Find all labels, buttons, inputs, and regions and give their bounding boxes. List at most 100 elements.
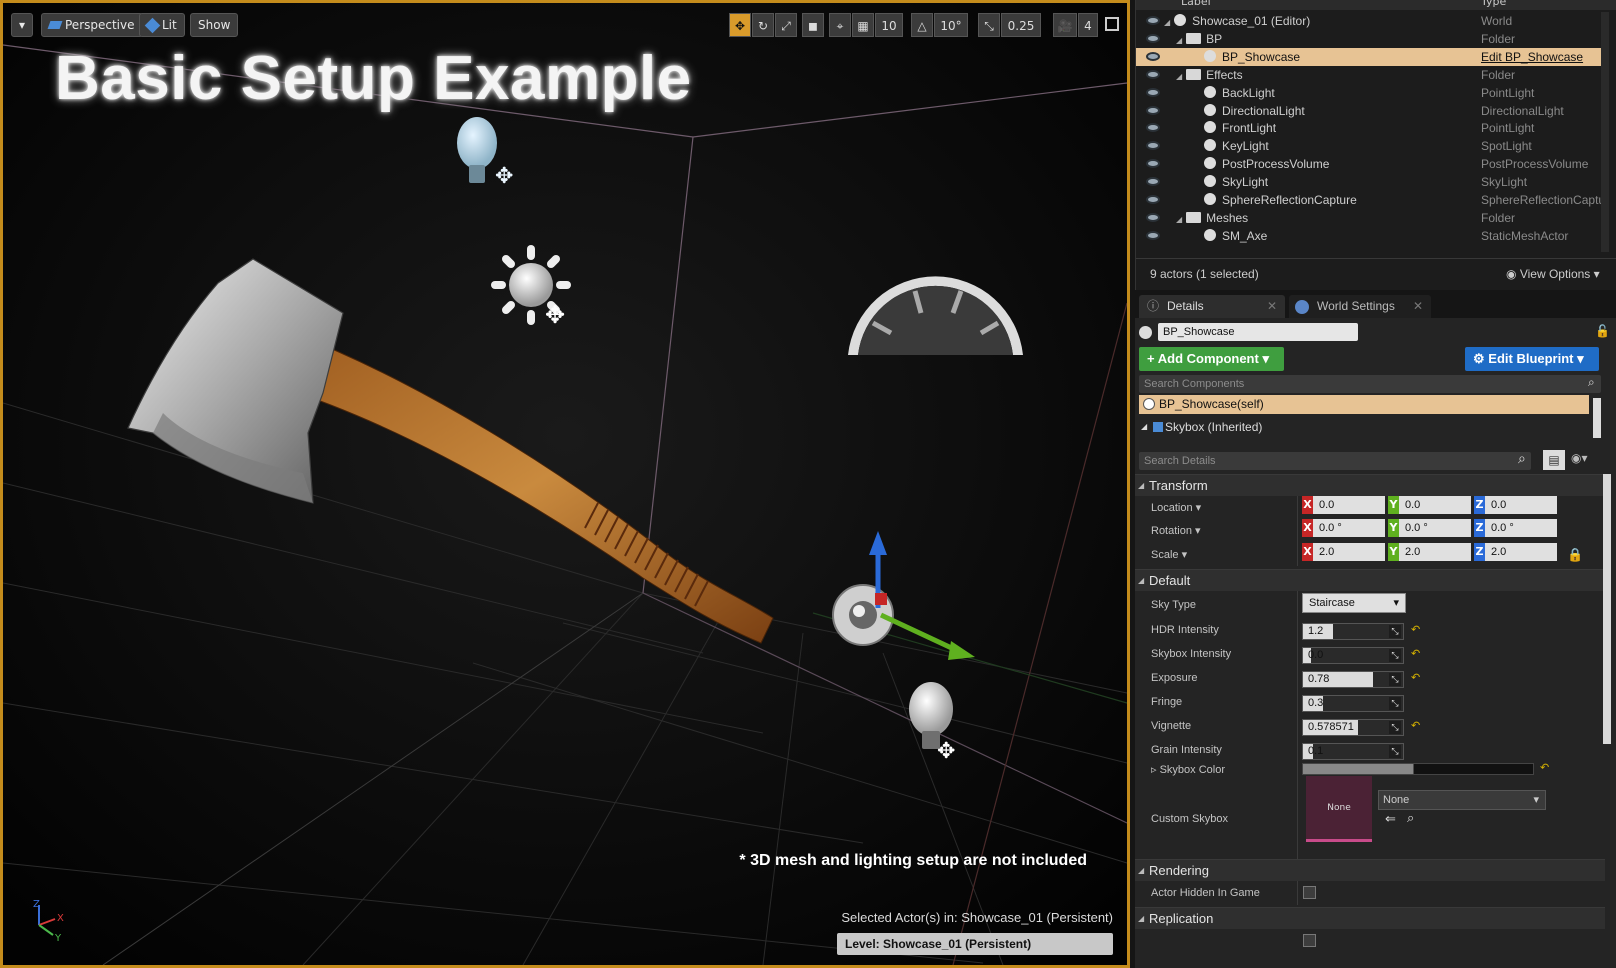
visibility-eye-icon[interactable] bbox=[1146, 16, 1160, 25]
search-details-input[interactable]: Search Details bbox=[1139, 452, 1531, 470]
visibility-eye-icon[interactable] bbox=[1146, 33, 1160, 43]
outliner-row[interactable]: SM_Axe StaticMeshActor bbox=[1136, 227, 1606, 245]
outliner-row[interactable]: ◢ BP Folder bbox=[1136, 30, 1606, 48]
lit-button[interactable]: Lit bbox=[139, 13, 185, 37]
outliner-row[interactable]: KeyLight SpotLight bbox=[1136, 137, 1606, 155]
reset-icon[interactable]: ↶ bbox=[1411, 671, 1420, 684]
camera-speed-icon[interactable]: 🎥 bbox=[1053, 13, 1077, 37]
use-selected-icon[interactable]: ⇐ bbox=[1385, 812, 1396, 827]
expand-slider-icon[interactable]: ⤡ bbox=[1389, 721, 1401, 734]
expand-icon[interactable]: ◢ bbox=[1176, 72, 1182, 81]
rotation-snap-value[interactable]: 10° bbox=[934, 13, 968, 37]
outliner-row[interactable]: ◢ Showcase_01 (Editor) World bbox=[1136, 12, 1606, 30]
outliner-row[interactable]: SkyLight SkyLight bbox=[1136, 173, 1606, 191]
transform-section[interactable]: Transform bbox=[1135, 474, 1605, 497]
reset-icon[interactable]: ↶ bbox=[1411, 719, 1420, 732]
outliner-row[interactable]: PostProcessVolume PostProcessVolume bbox=[1136, 155, 1606, 173]
scale-label[interactable]: Scale ▾ bbox=[1151, 548, 1187, 561]
visibility-eye-icon[interactable] bbox=[1146, 123, 1160, 133]
location-z-field[interactable]: 0.0 bbox=[1485, 496, 1557, 514]
scale-snap-value[interactable]: 0.25 bbox=[1001, 13, 1041, 37]
edit-blueprint-button[interactable]: ⚙ Edit Blueprint ▾ bbox=[1465, 347, 1599, 371]
lock-icon[interactable]: 🔓 bbox=[1595, 324, 1610, 338]
scale-z-field[interactable]: 2.0 bbox=[1485, 543, 1557, 561]
expand-slider-icon[interactable]: ⤡ bbox=[1389, 697, 1401, 710]
surface-snap-icon[interactable]: ⌖ bbox=[829, 13, 851, 37]
view-options-button[interactable]: ◉ View Options ▾ bbox=[1506, 259, 1600, 289]
outliner-row[interactable]: ◢ Effects Folder bbox=[1136, 66, 1606, 84]
components-scrollbar[interactable] bbox=[1593, 398, 1601, 438]
visibility-eye-icon[interactable] bbox=[1146, 51, 1160, 61]
outliner-row-type[interactable]: Edit BP_Showcase bbox=[1481, 48, 1583, 66]
close-icon[interactable]: ✕ bbox=[1413, 295, 1423, 318]
outliner-row[interactable]: SphereReflectionCapture SphereReflectionC… bbox=[1136, 191, 1609, 209]
location-y-field[interactable]: 0.0 bbox=[1399, 496, 1471, 514]
replication-checkbox[interactable] bbox=[1303, 934, 1316, 947]
visibility-eye-icon[interactable] bbox=[1146, 230, 1160, 240]
close-icon[interactable]: ✕ bbox=[1267, 295, 1277, 318]
visibility-eye-icon[interactable] bbox=[1146, 87, 1160, 97]
visibility-filter-icon[interactable]: ◉▾ bbox=[1571, 451, 1588, 465]
rotation-snap-icon[interactable]: △ bbox=[911, 13, 933, 37]
reset-icon[interactable]: ↶ bbox=[1411, 623, 1420, 636]
outliner-row[interactable]: DirectionalLight DirectionalLight bbox=[1136, 102, 1606, 120]
show-button[interactable]: Show bbox=[190, 13, 239, 37]
location-x-field[interactable]: 0.0 bbox=[1313, 496, 1385, 514]
details-scrollbar[interactable] bbox=[1603, 474, 1611, 744]
skybox-intensity-slider[interactable]: 0.0 ⤡ bbox=[1302, 647, 1404, 664]
visibility-eye-icon[interactable] bbox=[1146, 195, 1160, 204]
default-section[interactable]: Default bbox=[1135, 569, 1605, 592]
visibility-eye-icon[interactable] bbox=[1146, 141, 1160, 151]
replication-section[interactable]: Replication bbox=[1135, 907, 1605, 930]
outliner-scrollbar[interactable] bbox=[1601, 12, 1609, 252]
skybox-color-label[interactable]: ▹ Skybox Color bbox=[1151, 763, 1225, 776]
maximize-viewport-icon[interactable] bbox=[1105, 17, 1119, 31]
outliner-row[interactable]: ◢ Meshes Folder bbox=[1136, 209, 1606, 227]
vignette-slider[interactable]: 0.578571 ⤡ bbox=[1302, 719, 1404, 736]
rotation-label[interactable]: Rotation ▾ bbox=[1151, 524, 1201, 537]
rotation-z-field[interactable]: 0.0 ° bbox=[1485, 519, 1557, 537]
scale-y-field[interactable]: 2.0 bbox=[1399, 543, 1471, 561]
reset-icon[interactable]: ↶ bbox=[1411, 647, 1420, 660]
outliner-row[interactable]: BackLight PointLight bbox=[1136, 84, 1606, 102]
visibility-eye-icon[interactable] bbox=[1146, 105, 1160, 115]
hdr-slider[interactable]: 1.2 ⤡ bbox=[1302, 623, 1404, 640]
expand-icon[interactable]: ◢ bbox=[1164, 18, 1170, 27]
grain-slider[interactable]: 0.1 ⤡ bbox=[1302, 743, 1404, 760]
tab-world-settings[interactable]: World Settings ✕ bbox=[1289, 295, 1431, 318]
sky-type-dropdown[interactable]: Staircase ▾ bbox=[1302, 593, 1406, 613]
component-inherited-row[interactable]: ◢ Skybox (Inherited) bbox=[1139, 416, 1589, 438]
visibility-eye-icon[interactable] bbox=[1146, 177, 1160, 187]
scale-x-field[interactable]: 2.0 bbox=[1313, 543, 1385, 561]
exposure-slider[interactable]: 0.78 ⤡ bbox=[1302, 671, 1404, 688]
camera-speed-value[interactable]: 4 bbox=[1078, 13, 1098, 37]
location-label[interactable]: Location ▾ bbox=[1151, 501, 1201, 514]
outliner-row[interactable]: BP_Showcase Edit BP_Showcase bbox=[1136, 47, 1606, 66]
tab-details[interactable]: ⓘ Details ✕ bbox=[1139, 295, 1285, 318]
fringe-slider[interactable]: 0.3 ⤡ bbox=[1302, 695, 1404, 712]
skybox-color-swatch[interactable] bbox=[1302, 763, 1534, 775]
actor-name-field[interactable]: BP_Showcase bbox=[1158, 323, 1358, 341]
component-self-row[interactable]: BP_Showcase(self) bbox=[1139, 395, 1589, 414]
expand-icon[interactable]: ◢ bbox=[1176, 215, 1182, 224]
grid-snap-value[interactable]: 10 bbox=[875, 13, 903, 37]
column-label[interactable]: Label bbox=[1181, 0, 1211, 8]
scale-snap-icon[interactable]: ⤡ bbox=[978, 13, 1000, 37]
visibility-eye-icon[interactable] bbox=[1146, 212, 1160, 222]
scale-mode-icon[interactable]: ⤢ bbox=[775, 13, 797, 37]
column-type[interactable]: Type bbox=[1481, 0, 1506, 8]
viewport-scene[interactable]: ✥ ✥ ✥ bbox=[3, 3, 1127, 965]
expand-icon[interactable]: ◢ bbox=[1176, 36, 1182, 45]
custom-skybox-dropdown[interactable]: None ▾ bbox=[1378, 790, 1546, 810]
grid-snap-icon[interactable]: ▦ bbox=[852, 13, 874, 37]
expand-slider-icon[interactable]: ⤡ bbox=[1389, 649, 1401, 662]
expand-slider-icon[interactable]: ⤡ bbox=[1389, 673, 1401, 686]
rotation-x-field[interactable]: 0.0 ° bbox=[1313, 519, 1385, 537]
world-local-icon[interactable]: ◼ bbox=[802, 13, 824, 37]
custom-skybox-thumbnail[interactable]: None bbox=[1306, 776, 1372, 842]
viewport-options-button[interactable]: ▾ bbox=[11, 13, 33, 37]
property-matrix-icon[interactable]: ▤ bbox=[1543, 450, 1565, 470]
expand-slider-icon[interactable]: ⤡ bbox=[1389, 625, 1401, 638]
actor-hidden-checkbox[interactable] bbox=[1303, 886, 1316, 899]
rendering-section[interactable]: Rendering bbox=[1135, 859, 1605, 882]
